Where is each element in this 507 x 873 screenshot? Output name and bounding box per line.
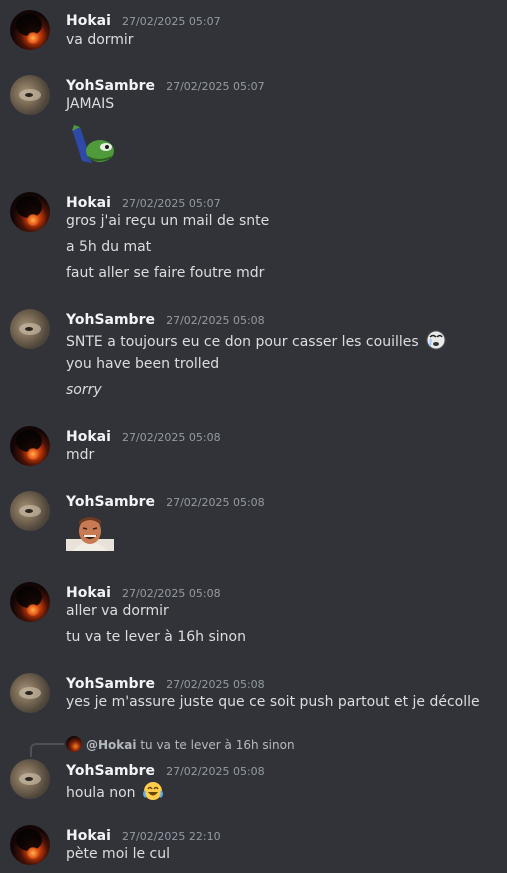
- message-text: SNTE a toujours eu ce don pour casser le…: [66, 334, 419, 350]
- avatar[interactable]: [10, 759, 50, 799]
- avatar[interactable]: [10, 825, 50, 865]
- author-name[interactable]: YohSambre: [66, 312, 155, 328]
- avatar[interactable]: [10, 192, 50, 232]
- reply-avatar: [66, 736, 82, 752]
- message-text: JAMAIS: [66, 96, 115, 112]
- reply-spine: [30, 743, 64, 757]
- message-header: Hokai 27/02/2025 05:07: [66, 10, 221, 29]
- message-text: va dormir: [66, 32, 134, 48]
- author-name[interactable]: YohSambre: [66, 676, 155, 692]
- message-header: Hokai 27/02/2025 22:10: [66, 825, 221, 844]
- timestamp: 27/02/2025 05:08: [122, 431, 221, 444]
- message-header: YohSambre 27/02/2025 05:08: [66, 673, 265, 692]
- author-name[interactable]: Hokai: [66, 195, 111, 211]
- timestamp: 27/02/2025 05:07: [122, 197, 221, 210]
- timestamp: 27/02/2025 05:08: [122, 587, 221, 600]
- message-text: tu va te lever à 16h sinon: [66, 629, 246, 645]
- message-header: YohSambre 27/02/2025 05:08: [66, 760, 265, 779]
- avatar[interactable]: [10, 10, 50, 50]
- message-text: a 5h du mat: [66, 239, 152, 255]
- avatar[interactable]: [10, 426, 50, 466]
- timestamp: 27/02/2025 05:07: [166, 80, 265, 93]
- message-text: sorry: [66, 382, 102, 398]
- author-name[interactable]: YohSambre: [66, 494, 155, 510]
- message-text: mdr: [66, 447, 95, 463]
- message-text: houla non: [66, 785, 136, 801]
- message-text: faut aller se faire foutre mdr: [66, 265, 265, 281]
- reply-mention[interactable]: @Hokai: [86, 738, 136, 752]
- author-name[interactable]: Hokai: [66, 13, 111, 29]
- reply-text: tu va te lever à 16h sinon: [140, 738, 295, 752]
- timestamp: 27/02/2025 05:08: [166, 678, 265, 691]
- author-name[interactable]: Hokai: [66, 828, 111, 844]
- author-name[interactable]: Hokai: [66, 585, 111, 601]
- reply-preview[interactable]: @Hokai tu va te lever à 16h sinon: [66, 736, 295, 752]
- author-name[interactable]: YohSambre: [66, 78, 155, 94]
- timestamp: 27/02/2025 22:10: [122, 830, 221, 843]
- joy-emoji[interactable]: [143, 781, 163, 801]
- avatar[interactable]: [10, 491, 50, 531]
- avatar[interactable]: [10, 75, 50, 115]
- message-text-row: houla non: [66, 781, 163, 801]
- message-header: Hokai 27/02/2025 05:07: [66, 192, 221, 211]
- message-text-italic: sorry: [66, 382, 102, 398]
- message-text: gros j'ai reçu un mail de snte: [66, 213, 270, 229]
- message-header: YohSambre 27/02/2025 05:08: [66, 309, 265, 328]
- timestamp: 27/02/2025 05:08: [166, 496, 265, 509]
- message-text: you have been trolled: [66, 356, 220, 372]
- avatar[interactable]: [10, 582, 50, 622]
- message-header: Hokai 27/02/2025 05:08: [66, 582, 221, 601]
- message-header: YohSambre 27/02/2025 05:07: [66, 75, 265, 94]
- timestamp: 27/02/2025 05:07: [122, 15, 221, 28]
- message-header: YohSambre 27/02/2025 05:08: [66, 491, 265, 510]
- pepe-dab-sticker[interactable]: [66, 123, 116, 167]
- message-text-row: SNTE a toujours eu ce don pour casser le…: [66, 330, 446, 350]
- author-name[interactable]: Hokai: [66, 429, 111, 445]
- message-text: yes je m'assure juste que ce soit push p…: [66, 694, 480, 710]
- avatar[interactable]: [10, 673, 50, 713]
- timestamp: 27/02/2025 05:08: [166, 314, 265, 327]
- author-name[interactable]: YohSambre: [66, 763, 155, 779]
- message-header: Hokai 27/02/2025 05:08: [66, 426, 221, 445]
- message-text: pète moi le cul: [66, 846, 171, 862]
- timestamp: 27/02/2025 05:08: [166, 765, 265, 778]
- crying-face-emoji[interactable]: [426, 330, 446, 350]
- message-text: aller va dormir: [66, 603, 169, 619]
- avatar[interactable]: [10, 309, 50, 349]
- laughing-man-sticker[interactable]: [66, 515, 114, 551]
